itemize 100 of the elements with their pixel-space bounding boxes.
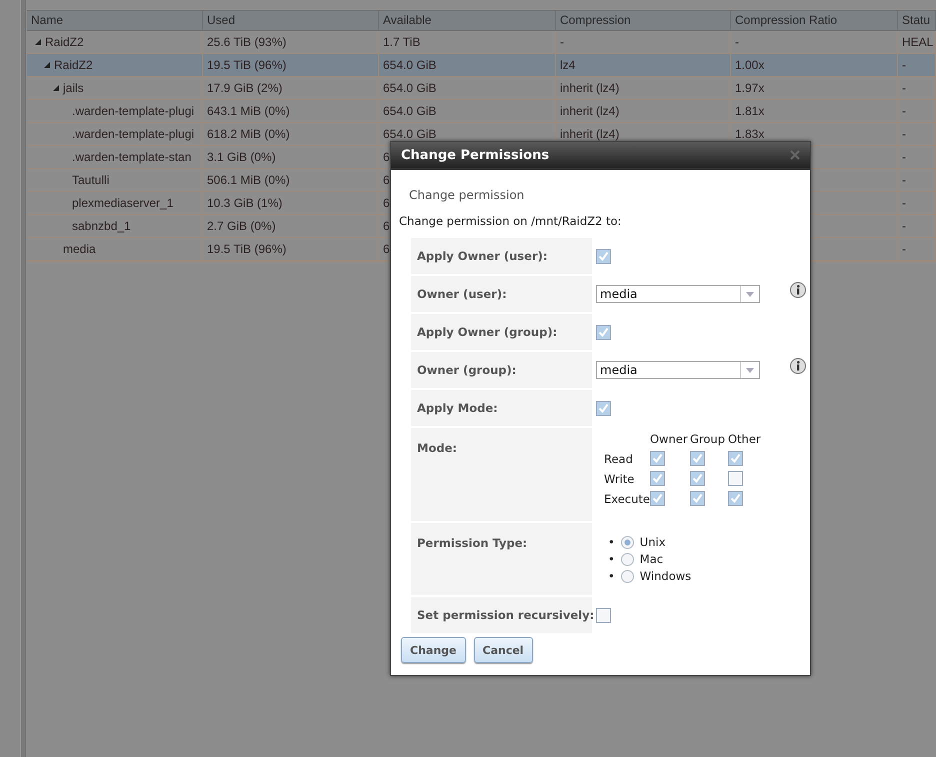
field-label: Owner (user): xyxy=(411,276,592,312)
table-cell: 1.81x xyxy=(731,100,898,123)
field-label: Apply Mode: xyxy=(411,390,592,426)
checked-checkbox[interactable] xyxy=(650,451,665,466)
radio-label: Unix xyxy=(640,535,666,549)
dataset-name: jails xyxy=(63,80,84,97)
dataset-name: RaidZ2 xyxy=(54,57,93,74)
table-cell: 643.1 MiB (0%) xyxy=(203,100,379,123)
row-label: Write xyxy=(604,472,636,486)
radio-button[interactable] xyxy=(620,570,634,582)
dataset-name: plexmediaserver_1 xyxy=(72,195,174,212)
dialog-title: Change Permissions xyxy=(401,148,550,162)
table-cell: - xyxy=(898,215,936,238)
checkbox[interactable] xyxy=(596,608,611,622)
radio-label: Windows xyxy=(640,569,692,583)
field-label: Apply Owner (user): xyxy=(411,238,592,274)
expand-icon[interactable] xyxy=(35,39,41,45)
radio-label: Mac xyxy=(640,552,664,566)
radio-button[interactable] xyxy=(620,552,634,566)
caret-icon xyxy=(746,368,754,372)
change-button[interactable]: Change xyxy=(401,637,466,663)
dataset-name: .warden-template-stan xyxy=(72,149,192,166)
dataset-name: sabnzbd_1 xyxy=(72,218,131,235)
table-cell: 10.3 GiB (1%) xyxy=(203,192,379,215)
column-header[interactable]: Compression xyxy=(556,11,731,31)
column-header[interactable]: Available xyxy=(379,11,556,31)
column-label: Group xyxy=(690,432,726,446)
field-label: Apply Owner (group): xyxy=(411,314,592,350)
checked-checkbox[interactable] xyxy=(596,400,611,416)
checked-checkbox[interactable] xyxy=(596,248,611,264)
checked-checkbox[interactable] xyxy=(728,491,743,506)
bullet: • xyxy=(608,552,615,566)
table-cell: 654.0 GiB xyxy=(379,100,556,123)
dataset-name: media xyxy=(63,241,96,258)
field-label: Owner (group): xyxy=(411,352,592,388)
table-cell: 654.0 GiB xyxy=(379,54,556,77)
dataset-name: RaidZ2 xyxy=(45,34,84,51)
info-icon[interactable] xyxy=(790,282,806,298)
table-cell: - xyxy=(898,146,936,169)
dropdown[interactable]: media xyxy=(596,361,760,379)
table-cell[interactable]: Tautulli xyxy=(27,169,203,192)
dataset-name: .warden-template-plugi xyxy=(72,126,194,143)
field-label: Permission Type: xyxy=(411,523,592,595)
caret-icon xyxy=(746,292,754,296)
table-cell: 17.9 GiB (2%) xyxy=(203,77,379,100)
table-cell[interactable]: jails xyxy=(27,77,203,100)
table-cell[interactable]: plexmediaserver_1 xyxy=(27,192,203,215)
column-header[interactable]: Name xyxy=(27,11,203,31)
table-cell: - xyxy=(898,238,936,261)
dataset-name: Tautulli xyxy=(72,172,110,189)
column-label: Other xyxy=(728,432,762,446)
info-icon[interactable] xyxy=(790,358,806,374)
checkbox[interactable] xyxy=(728,471,743,486)
checked-checkbox[interactable] xyxy=(690,471,705,486)
table-cell: 2.7 GiB (0%) xyxy=(203,215,379,238)
column-header[interactable]: Statu xyxy=(898,11,936,31)
expand-icon[interactable] xyxy=(53,85,59,91)
table-cell: inherit (lz4) xyxy=(556,100,731,123)
row-label: Execute xyxy=(604,492,650,506)
dropdown[interactable]: media xyxy=(596,285,760,303)
table-cell: 654.0 GiB xyxy=(379,77,556,100)
field-label: Mode: xyxy=(411,428,592,521)
column-label: Owner xyxy=(650,432,689,446)
column-header[interactable]: Compression Ratio xyxy=(731,11,898,31)
expand-icon[interactable] xyxy=(44,62,50,68)
dataset-name: .warden-template-plugi xyxy=(72,103,194,120)
table-cell: - xyxy=(898,169,936,192)
cancel-button[interactable]: Cancel xyxy=(474,637,533,663)
checked-checkbox[interactable] xyxy=(596,324,611,340)
radio-button[interactable] xyxy=(620,536,634,548)
table-cell[interactable]: .warden-template-plugi xyxy=(27,123,203,146)
table-cell: lz4 xyxy=(556,54,731,77)
table-cell: 1.00x xyxy=(731,54,898,77)
column-header[interactable]: Used xyxy=(203,11,379,31)
table-cell[interactable]: .warden-template-plugi xyxy=(27,100,203,123)
checked-checkbox[interactable] xyxy=(728,451,743,466)
checked-checkbox[interactable] xyxy=(690,491,705,506)
table-cell: 19.5 TiB (96%) xyxy=(203,54,379,77)
checked-checkbox[interactable] xyxy=(650,491,665,506)
bullet: • xyxy=(608,569,615,583)
table-cell[interactable]: RaidZ2 xyxy=(27,54,203,77)
close-icon[interactable] xyxy=(790,150,800,160)
checked-checkbox[interactable] xyxy=(650,471,665,486)
table-cell: 19.5 TiB (96%) xyxy=(203,238,379,261)
table-cell: 3.1 GiB (0%) xyxy=(203,146,379,169)
table-cell: - xyxy=(898,54,936,77)
table-cell: - xyxy=(898,100,936,123)
table-cell[interactable]: sabnzbd_1 xyxy=(27,215,203,238)
table-cell[interactable]: .warden-template-stan xyxy=(27,146,203,169)
field-label: Set permission recursively: xyxy=(411,597,592,633)
checked-checkbox[interactable] xyxy=(690,451,705,466)
table-cell: inherit (lz4) xyxy=(556,77,731,100)
table-cell: 618.2 MiB (0%) xyxy=(203,123,379,146)
table-cell[interactable]: media xyxy=(27,238,203,261)
table-cell: - xyxy=(898,192,936,215)
bullet: • xyxy=(608,535,615,549)
table-cell: 1.97x xyxy=(731,77,898,100)
table-cell: - xyxy=(898,123,936,146)
table-cell: 506.1 MiB (0%) xyxy=(203,169,379,192)
table-cell: - xyxy=(898,77,936,100)
